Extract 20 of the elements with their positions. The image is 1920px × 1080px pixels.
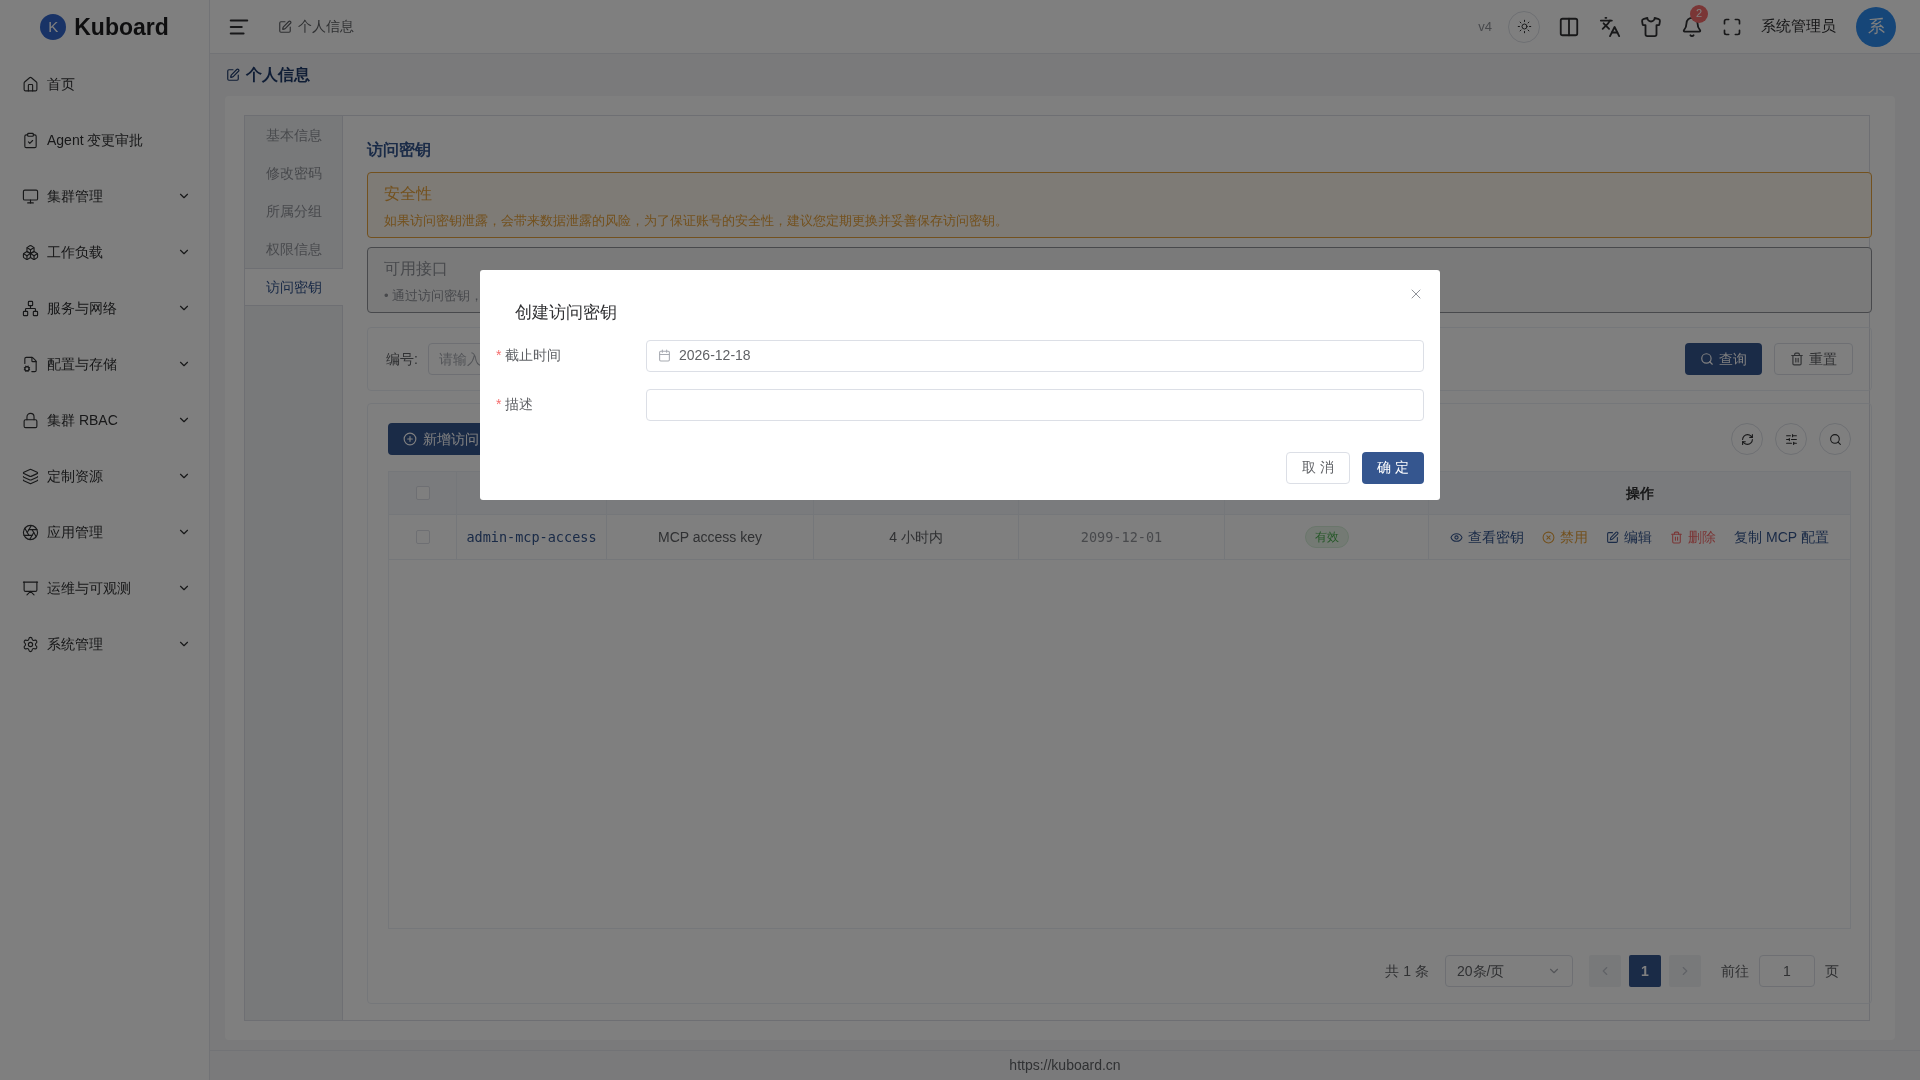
- goto-label: 前往: [1721, 961, 1749, 981]
- required-mark: *: [496, 395, 502, 414]
- table-cell-text: MCP access key: [658, 527, 762, 547]
- alert-text: 如果访问密钥泄露，会带来数据泄露的风险，为了保证账号的安全性，建议您定期更换并妥善保存访问密钥。: [384, 212, 1008, 230]
- brand-name: Kuboard: [74, 12, 169, 42]
- section-title: 访问密钥: [367, 140, 431, 160]
- goto-suffix: 页: [1825, 961, 1839, 981]
- field-label: 编号:: [386, 349, 418, 369]
- field-label: 截止时间: [505, 346, 562, 365]
- page-title: 个人信息: [246, 65, 310, 85]
- logo-icon: K: [40, 14, 67, 40]
- total-count: 共 1 条: [1385, 961, 1429, 981]
- alert-title: 安全性: [384, 184, 433, 204]
- field-label: 描述: [505, 395, 534, 414]
- column-header: 操作: [1625, 483, 1654, 503]
- status-tag: 有效: [1304, 526, 1349, 548]
- table-cell-text: 4 小时内: [889, 527, 943, 547]
- required-mark: *: [496, 346, 502, 365]
- notification-badge: 2: [1690, 4, 1708, 23]
- dialog-title: 创建访问密钥: [515, 302, 617, 324]
